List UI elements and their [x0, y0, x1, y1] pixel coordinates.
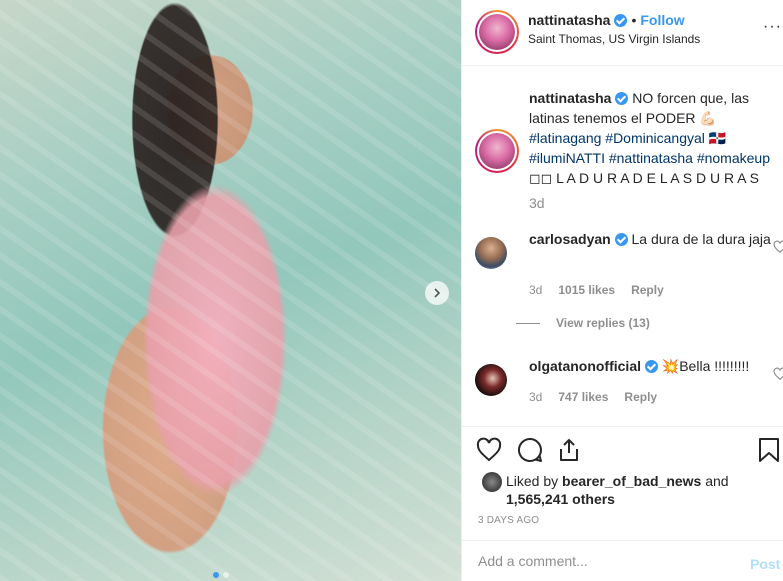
reply-button[interactable]: Reply: [631, 283, 664, 297]
caption-tail: ◻◻ L A D U R A D E L A S D U R A S: [529, 170, 759, 186]
commenter-avatar[interactable]: [475, 237, 507, 269]
view-replies-label: View replies (13): [556, 316, 650, 330]
author-username[interactable]: nattinatasha: [528, 12, 610, 28]
caption-hashtags[interactable]: #latinagang #Dominicangyal: [529, 130, 705, 146]
share-button[interactable]: [556, 437, 582, 463]
flag-emoji: 🇩🇴: [708, 130, 727, 146]
like-button[interactable]: [476, 437, 502, 463]
water-shimmer: [0, 0, 461, 581]
carousel-indicator: [213, 572, 229, 578]
caption-emoji: 💪🏻: [699, 110, 717, 126]
verified-badge-icon: [614, 233, 628, 246]
comment-input[interactable]: [478, 553, 728, 569]
header-line: nattinatasha • Follow: [528, 12, 685, 28]
share-icon: [560, 439, 578, 461]
next-photo-button[interactable]: [425, 281, 449, 305]
post-side-panel: nattinatasha • Follow Saint Thomas, US V…: [461, 0, 783, 581]
comment-body: La dura de la dura jaja: [631, 231, 771, 247]
author-avatar[interactable]: [475, 10, 519, 54]
heart-icon[interactable]: [773, 367, 783, 381]
comment-likes[interactable]: 1015 likes: [558, 283, 615, 297]
comment-meta: 3d 747 likes Reply: [529, 390, 657, 404]
comment-username[interactable]: olgatanonofficial: [529, 358, 641, 374]
verified-badge-icon: [614, 13, 628, 27]
save-button[interactable]: [756, 437, 782, 463]
post-location[interactable]: Saint Thomas, US Virgin Islands: [528, 32, 700, 46]
carousel-dot: [223, 572, 229, 578]
follow-button[interactable]: Follow: [640, 12, 684, 28]
heart-icon[interactable]: [773, 240, 783, 254]
more-options-button[interactable]: ···: [763, 18, 782, 36]
comment-likes[interactable]: 747 likes: [558, 390, 608, 404]
comment-meta: 3d 1015 likes Reply: [529, 283, 664, 297]
commenter-avatar[interactable]: [475, 364, 507, 396]
action-bar: [462, 426, 783, 472]
post-header: nattinatasha • Follow Saint Thomas, US V…: [462, 0, 783, 66]
caption-hashtags-2[interactable]: #ilumiNATTI #nattinatasha #nomakeup: [529, 150, 770, 166]
post-photo[interactable]: [0, 0, 461, 581]
caption-age: 3d: [529, 195, 545, 211]
header-separator: •: [631, 12, 637, 28]
comment-username[interactable]: carlosadyan: [529, 231, 611, 247]
chevron-right-icon: [434, 288, 441, 298]
comment-body: Bella !!!!!!!!!: [679, 358, 750, 374]
likes-count[interactable]: 1,565,241 others: [506, 491, 615, 507]
post-timestamp[interactable]: 3 DAYS AGO: [478, 515, 539, 526]
bookmark-icon: [759, 438, 779, 462]
reply-button[interactable]: Reply: [624, 390, 657, 404]
caption-text: nattinatasha NO forcen que, las latinas …: [529, 88, 783, 188]
heart-icon: [476, 437, 502, 462]
comment-text: carlosadyan La dura de la dura jaja: [529, 229, 774, 249]
comment-text: olgatanonofficial 💥Bella !!!!!!!!!: [529, 356, 774, 376]
likes-prefix: Liked by: [506, 473, 563, 489]
caption-username[interactable]: nattinatasha: [529, 90, 611, 106]
comments-section[interactable]: nattinatasha NO forcen que, las latinas …: [462, 67, 783, 425]
liker-username[interactable]: bearer_of_bad_news: [562, 473, 701, 489]
add-comment-bar: Post: [462, 540, 783, 581]
likes-and: and: [701, 473, 729, 489]
caption-avatar[interactable]: [475, 129, 519, 173]
view-replies-button[interactable]: View replies (13): [516, 316, 650, 330]
liker-avatar[interactable]: [482, 472, 502, 492]
verified-badge-icon: [644, 360, 658, 373]
comment-icon: [518, 437, 542, 462]
comment-age: 3d: [529, 390, 543, 404]
verified-badge-icon: [615, 92, 629, 105]
replies-line: [516, 322, 540, 324]
likes-text: Liked by bearer_of_bad_news and 1,565,24…: [506, 472, 776, 508]
comment-button[interactable]: [517, 437, 543, 463]
comment-emoji: 💥: [661, 358, 680, 374]
post-button[interactable]: Post: [750, 556, 780, 572]
carousel-dot-active: [213, 572, 219, 578]
comment-age: 3d: [529, 283, 543, 297]
